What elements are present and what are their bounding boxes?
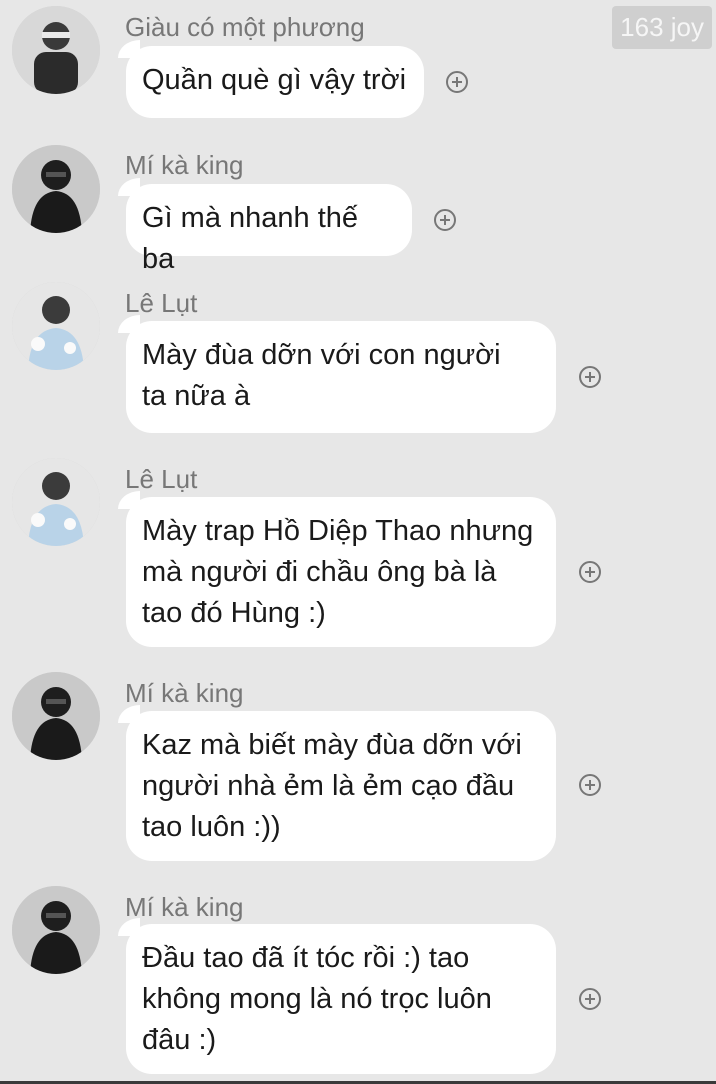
sender-name: Mí kà king [125, 892, 244, 922]
message-text: Mày trap Hồ Diệp Thao nhưng mà người đi … [142, 515, 534, 629]
sender-name: Giàu có một phương [125, 12, 365, 42]
sender-name: Mí kà king [125, 678, 244, 708]
avatar[interactable] [12, 6, 100, 94]
message-text: Kaz mà biết mày đùa dỡn với người nhà ẻm… [142, 729, 522, 843]
sender-name: Mí kà king [125, 150, 244, 180]
avatar[interactable] [12, 672, 100, 760]
avatar[interactable] [12, 886, 100, 974]
message-bubble[interactable]: Đầu tao đã ít tóc rồi :) tao không mong … [118, 918, 556, 1074]
plus-circle-icon[interactable] [446, 71, 468, 93]
plus-circle-icon[interactable] [434, 209, 456, 231]
avatar[interactable] [12, 282, 100, 370]
plus-circle-icon[interactable] [579, 561, 601, 583]
watermark: 163 joy [612, 6, 712, 49]
message-text: Mày đùa dỡn với con người ta nữa à [142, 339, 501, 412]
message-bubble[interactable]: Gì mà nhanh thế ba [118, 178, 412, 275]
message-text: Quần què gì vậy trời [142, 64, 407, 96]
message-bubble[interactable]: Kaz mà biết mày đùa dỡn với người nhà ẻm… [118, 705, 556, 861]
message-text: Gì mà nhanh thế ba [142, 202, 359, 275]
avatar[interactable] [12, 145, 100, 233]
message-bubble[interactable]: Quần què gì vậy trời [118, 40, 424, 118]
message-bubble[interactable]: Mày trap Hồ Diệp Thao nhưng mà người đi … [118, 491, 556, 647]
message-text: Đầu tao đã ít tóc rồi :) tao không mong … [142, 942, 492, 1056]
avatar[interactable] [12, 458, 100, 546]
plus-circle-icon[interactable] [579, 988, 601, 1010]
plus-circle-icon[interactable] [579, 366, 601, 388]
message-bubble[interactable]: Mày đùa dỡn với con người ta nữa à [118, 315, 556, 433]
plus-circle-icon[interactable] [579, 774, 601, 796]
